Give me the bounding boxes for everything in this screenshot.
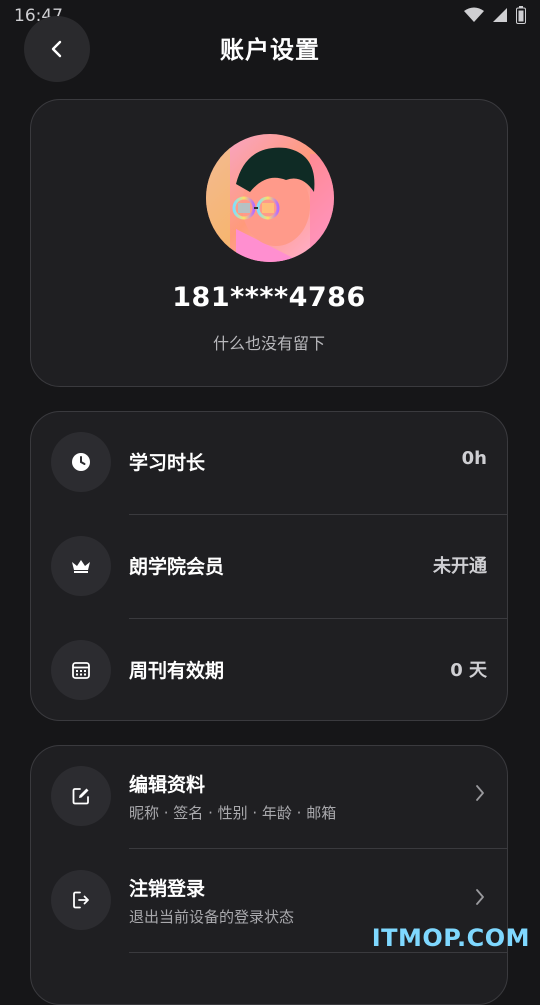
crown-icon (51, 536, 111, 596)
membership-value: 未开通 (433, 556, 487, 577)
study-time-label: 学习时长 (129, 452, 206, 474)
logout-subtitle: 退出当前设备的登录状态 (129, 908, 295, 926)
clock-icon (51, 432, 111, 492)
edit-profile-subtitle: 昵称 · 签名 · 性别 · 年龄 · 邮箱 (129, 804, 337, 822)
membership-label: 朗学院会员 (129, 556, 225, 578)
divider (129, 618, 507, 619)
calendar-icon (51, 640, 111, 700)
divider (129, 848, 507, 849)
battery-icon (516, 6, 526, 24)
weekly-validity-label: 周刊有效期 (129, 660, 225, 682)
signal-icon (493, 8, 507, 22)
chevron-right-icon (476, 889, 484, 905)
logout-icon (51, 870, 111, 930)
profile-bio: 什么也没有留下 (212, 334, 325, 353)
stats-card: 学习时长 0h 朗学院会员 未开通 周刊有效期 0 天 (30, 411, 508, 721)
study-time-value: 0h (461, 448, 487, 469)
membership-row[interactable]: 朗学院会员 未开通 (31, 516, 507, 620)
edit-icon (51, 766, 111, 826)
logout-label: 注销登录 (129, 878, 206, 900)
study-time-row: 学习时长 0h (31, 412, 507, 516)
divider (129, 952, 507, 953)
phone-number: 181****4786 (172, 282, 366, 313)
profile-card: 181****4786 什么也没有留下 (30, 99, 508, 387)
status-icons (464, 6, 526, 24)
weekly-validity-row[interactable]: 周刊有效期 0 天 (31, 620, 507, 724)
watermark: ITMOP.COM (371, 924, 530, 952)
wifi-icon (464, 7, 484, 22)
edit-profile-item[interactable]: 编辑资料 昵称 · 签名 · 性别 · 年龄 · 邮箱 (31, 746, 507, 850)
weekly-validity-value: 0 天 (450, 660, 487, 681)
divider (129, 514, 507, 515)
menu-card: 编辑资料 昵称 · 签名 · 性别 · 年龄 · 邮箱 注销登录 退出当前设备的… (30, 745, 508, 1005)
page-title: 账户设置 (220, 36, 320, 64)
edit-profile-label: 编辑资料 (129, 774, 206, 796)
avatar[interactable] (206, 134, 334, 262)
chevron-right-icon (476, 785, 484, 801)
